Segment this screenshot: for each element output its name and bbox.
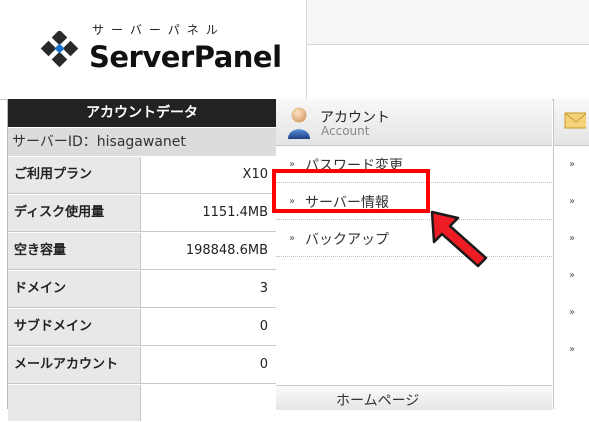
account-menu-panel: アカウント Account » パスワード変更 » サーバー情報 » バックアッ…: [276, 99, 552, 410]
double-arrow-icon[interactable]: »: [569, 307, 575, 318]
header: サーバーパネル ServerPanel: [0, 0, 589, 99]
stat-label: ご利用プラン: [8, 157, 141, 193]
diamond-logo-icon: [40, 31, 79, 68]
stat-row-domains: ドメイン 3: [8, 271, 276, 308]
stat-value: X10: [242, 167, 268, 182]
stat-value: 198848.6MB: [185, 243, 268, 258]
highlight-box: [272, 169, 430, 213]
stat-label: ドメイン: [8, 271, 141, 307]
double-arrow-icon[interactable]: »: [569, 159, 575, 170]
stat-row-free-space: 空き容量 198848.6MB: [8, 233, 276, 270]
server-id: サーバーID：hisagawanet: [8, 128, 276, 156]
stat-row-partial: [8, 385, 276, 422]
account-menu-header: アカウント Account: [276, 99, 552, 146]
double-arrow-icon[interactable]: »: [569, 233, 575, 244]
red-pointer-arrow-icon: [430, 210, 488, 268]
stat-label-partial: [8, 385, 141, 421]
user-icon: [288, 107, 310, 139]
mail-icon: [564, 112, 586, 129]
stat-row-disk-usage: ディスク使用量 1151.4MB: [8, 195, 276, 232]
stat-label: メールアカウント: [8, 347, 141, 383]
stat-label: 空き容量: [8, 233, 141, 269]
logo-title: ServerPanel: [89, 40, 282, 74]
logo-area[interactable]: サーバーパネル ServerPanel: [0, 0, 307, 99]
stat-value: 3: [259, 281, 268, 296]
stat-label: ディスク使用量: [8, 195, 141, 231]
homepage-section-header[interactable]: ホームページ: [276, 385, 552, 410]
stat-row-subdomains: サブドメイン 0: [8, 309, 276, 346]
menu-item-label: バックアップ: [305, 232, 389, 248]
logo-subtitle: サーバーパネル: [92, 23, 225, 37]
next-menu-header: [554, 99, 589, 146]
homepage-section-title: ホームページ: [336, 393, 420, 409]
stat-value: 0: [259, 357, 268, 372]
next-menu-panel: » » » » » »: [553, 99, 589, 409]
header-strip: [307, 0, 589, 45]
menu-item-backup[interactable]: » バックアップ: [276, 220, 552, 257]
double-arrow-icon: »: [289, 233, 296, 244]
account-data-title: アカウントデータ: [8, 99, 276, 127]
stat-value: 0: [259, 319, 268, 334]
account-data-panel: アカウントデータ サーバーID：hisagawanet ご利用プラン X10 デ…: [7, 99, 277, 421]
account-menu-subtitle: Account: [321, 124, 370, 138]
double-arrow-icon[interactable]: »: [569, 270, 575, 281]
double-arrow-icon[interactable]: »: [569, 344, 575, 355]
stat-row-mail-accounts: メールアカウント 0: [8, 347, 276, 384]
stat-value: 1151.4MB: [202, 205, 268, 220]
double-arrow-icon[interactable]: »: [569, 196, 575, 207]
stat-label: サブドメイン: [8, 309, 141, 345]
stat-row-plan: ご利用プラン X10: [8, 157, 276, 194]
